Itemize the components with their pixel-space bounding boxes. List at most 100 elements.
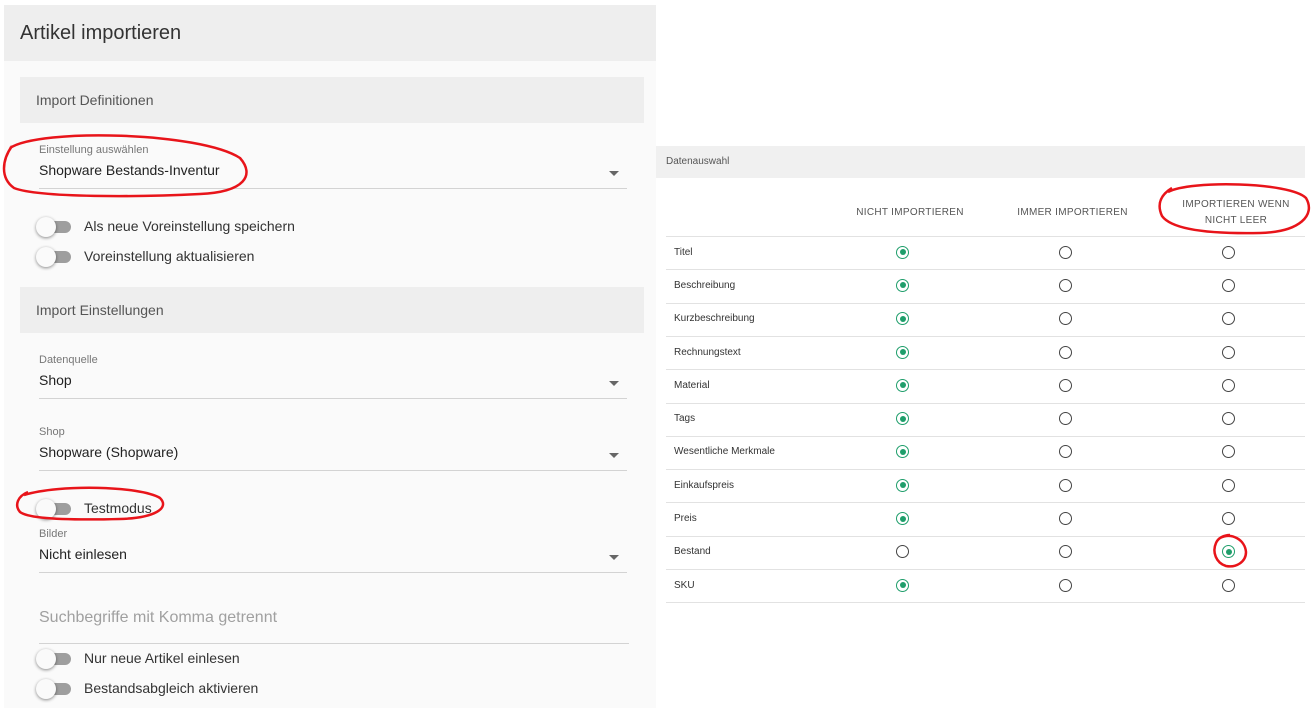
radio-button[interactable] bbox=[1059, 412, 1072, 426]
radio-button[interactable] bbox=[1059, 312, 1072, 326]
toggle-switch[interactable] bbox=[36, 498, 72, 519]
preset-label: Einstellung auswählen bbox=[39, 144, 149, 156]
radio-button[interactable] bbox=[1222, 245, 1235, 259]
radio-button[interactable] bbox=[1059, 512, 1072, 526]
import-panel: Artikel importieren Import Definitionen … bbox=[4, 5, 656, 708]
chevron-down-icon bbox=[609, 381, 619, 386]
grid-line bbox=[666, 403, 1305, 404]
row-label: Tags bbox=[674, 413, 696, 425]
radio-button[interactable] bbox=[896, 312, 909, 326]
preset-select[interactable]: Einstellung auswählen Shopware Bestands-… bbox=[39, 144, 627, 189]
radio-button[interactable] bbox=[1222, 312, 1235, 326]
row-label: SKU bbox=[674, 579, 695, 591]
field-underline bbox=[39, 398, 627, 399]
radio-button[interactable] bbox=[896, 578, 909, 592]
toggle-label: Nur neue Artikel einlesen bbox=[84, 650, 240, 666]
row-label: Preis bbox=[674, 513, 697, 525]
data-selection-title: Datenauswahl bbox=[666, 156, 730, 167]
search-terms-input[interactable] bbox=[39, 609, 629, 627]
radio-button[interactable] bbox=[896, 278, 909, 292]
radio-button[interactable] bbox=[896, 345, 909, 359]
grid-line bbox=[666, 369, 1305, 370]
radio-button[interactable] bbox=[1222, 278, 1235, 292]
grid-line bbox=[666, 303, 1305, 304]
chevron-down-icon bbox=[609, 555, 619, 560]
radio-button[interactable] bbox=[896, 545, 909, 559]
row-label: Einkaufspreis bbox=[674, 479, 735, 491]
images-select[interactable]: Bilder Nicht einlesen bbox=[39, 528, 627, 573]
panel-header: Artikel importieren bbox=[4, 5, 656, 61]
datasource-select[interactable]: Datenquelle Shop bbox=[39, 354, 627, 399]
preset-value: Shopware Bestands-Inventur bbox=[39, 162, 220, 178]
toggle-switch[interactable] bbox=[36, 678, 72, 699]
page-title: Artikel importieren bbox=[20, 22, 182, 44]
data-selection-header: Datenauswahl bbox=[656, 146, 1305, 178]
grid-line bbox=[666, 502, 1305, 503]
column-header-import-if-not-empty: IMPORTIEREN WENN NICHT LEER bbox=[1182, 199, 1290, 226]
row-label: Bestand bbox=[674, 546, 711, 558]
row-label: Beschreibung bbox=[674, 279, 736, 291]
toggle-label: Voreinstellung aktualisieren bbox=[84, 248, 255, 264]
grid-line bbox=[666, 469, 1305, 470]
datasource-label: Datenquelle bbox=[39, 354, 98, 366]
toggle-only-new[interactable]: Nur neue Artikel einlesen bbox=[36, 646, 240, 670]
chevron-down-icon bbox=[609, 171, 619, 176]
grid-line bbox=[666, 436, 1305, 437]
grid-line bbox=[666, 236, 1305, 237]
radio-button[interactable] bbox=[1222, 545, 1235, 559]
chevron-down-icon bbox=[609, 453, 619, 458]
search-terms-field[interactable] bbox=[39, 609, 629, 645]
datasource-value: Shop bbox=[39, 372, 72, 388]
radio-button[interactable] bbox=[896, 412, 909, 426]
radio-button[interactable] bbox=[1059, 578, 1072, 592]
radio-button[interactable] bbox=[1222, 578, 1235, 592]
radio-button[interactable] bbox=[1222, 345, 1235, 359]
toggle-switch[interactable] bbox=[36, 648, 72, 669]
radio-button[interactable] bbox=[896, 378, 909, 392]
toggle-save-new[interactable]: Als neue Voreinstellung speichern bbox=[36, 214, 295, 238]
toggle-switch[interactable] bbox=[36, 216, 72, 237]
shop-select[interactable]: Shop Shopware (Shopware) bbox=[39, 426, 627, 471]
radio-button[interactable] bbox=[1222, 412, 1235, 426]
radio-button[interactable] bbox=[1059, 345, 1072, 359]
toggle-stock-sync[interactable]: Bestandsabgleich aktivieren bbox=[36, 676, 258, 700]
radio-button[interactable] bbox=[1059, 378, 1072, 392]
section-import-definitions: Import Definitionen bbox=[20, 77, 644, 123]
radio-button[interactable] bbox=[1059, 278, 1072, 292]
radio-button[interactable] bbox=[1059, 245, 1072, 259]
toggle-testmode[interactable]: Testmodus bbox=[36, 496, 152, 520]
radio-button[interactable] bbox=[1222, 378, 1235, 392]
grid-line bbox=[666, 336, 1305, 337]
radio-button[interactable] bbox=[1222, 445, 1235, 459]
field-underline bbox=[39, 643, 629, 644]
radio-button[interactable] bbox=[1059, 545, 1072, 559]
radio-button[interactable] bbox=[896, 512, 909, 526]
toggle-switch[interactable] bbox=[36, 246, 72, 267]
section-title: Import Definitionen bbox=[36, 92, 154, 108]
shop-value: Shopware (Shopware) bbox=[39, 444, 179, 460]
row-label: Material bbox=[674, 379, 710, 391]
images-value: Nicht einlesen bbox=[39, 546, 127, 562]
toggle-label: Bestandsabgleich aktivieren bbox=[84, 680, 259, 696]
grid-line bbox=[666, 602, 1305, 603]
toggle-update-preset[interactable]: Voreinstellung aktualisieren bbox=[36, 244, 254, 268]
field-underline bbox=[39, 572, 627, 573]
radio-button[interactable] bbox=[896, 445, 909, 459]
column-header-always-import: IMMER IMPORTIEREN bbox=[1017, 207, 1128, 218]
radio-button[interactable] bbox=[1222, 512, 1235, 526]
toggle-label: Testmodus bbox=[84, 500, 152, 516]
images-label: Bilder bbox=[39, 528, 68, 540]
grid-line bbox=[666, 536, 1305, 537]
row-label: Kurzbeschreibung bbox=[674, 313, 755, 325]
section-import-settings: Import Einstellungen bbox=[20, 287, 644, 333]
radio-button[interactable] bbox=[896, 478, 909, 492]
radio-button[interactable] bbox=[1222, 478, 1235, 492]
section-title: Import Einstellungen bbox=[36, 302, 164, 318]
field-underline bbox=[39, 188, 627, 189]
radio-button[interactable] bbox=[1059, 478, 1072, 492]
field-underline bbox=[39, 470, 627, 471]
row-label: Rechnungstext bbox=[674, 346, 741, 358]
radio-button[interactable] bbox=[1059, 445, 1072, 459]
radio-button[interactable] bbox=[896, 245, 909, 259]
row-label: Wesentliche Merkmale bbox=[674, 446, 775, 458]
